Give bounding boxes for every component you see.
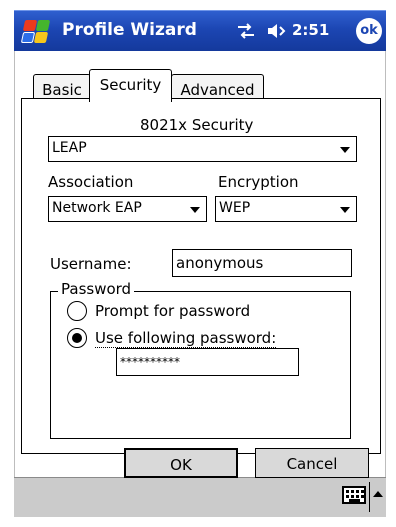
chevron-down-icon — [190, 207, 200, 213]
encryption-label: Encryption — [218, 173, 299, 191]
chevron-down-icon — [340, 207, 350, 213]
username-input[interactable]: anonymous — [172, 249, 352, 277]
security-type-dropdown[interactable]: LEAP — [48, 136, 357, 162]
encryption-dropdown[interactable]: WEP — [215, 196, 357, 222]
ok-button[interactable]: OK — [124, 448, 238, 478]
connectivity-icon[interactable] — [236, 21, 256, 41]
password-group-label: Password — [58, 280, 135, 298]
keyboard-icon[interactable] — [342, 486, 366, 504]
volume-icon[interactable] — [266, 21, 288, 41]
sip-up-arrow-icon[interactable] — [373, 491, 383, 497]
tab-security[interactable]: Security — [89, 69, 172, 102]
association-dropdown[interactable]: Network EAP — [48, 196, 207, 222]
prompt-password-radio[interactable] — [67, 301, 87, 321]
association-label: Association — [48, 173, 134, 191]
cancel-button[interactable]: Cancel — [255, 448, 369, 478]
chevron-down-icon — [340, 147, 350, 153]
password-input[interactable]: ********** — [116, 348, 299, 376]
encryption-value: WEP — [219, 200, 251, 216]
device-screen: Profile Wizard 2:51 ok Basic Security Ad… — [0, 0, 396, 527]
window-title: Profile Wizard — [62, 20, 197, 40]
use-following-password-radio[interactable] — [67, 328, 87, 348]
divider — [369, 482, 370, 512]
association-value: Network EAP — [52, 200, 142, 216]
ok-close-icon[interactable]: ok — [356, 18, 382, 44]
prompt-password-label[interactable]: Prompt for password — [95, 302, 250, 320]
use-following-password-label[interactable]: Use following password: — [95, 329, 277, 348]
title-bar: Profile Wizard 2:51 ok — [14, 10, 386, 51]
clock[interactable]: 2:51 — [292, 21, 329, 39]
username-label: Username: — [50, 255, 132, 273]
security-type-value: LEAP — [52, 140, 87, 156]
security-type-label: 8021x Security — [140, 116, 254, 134]
windows-start-icon[interactable] — [20, 18, 51, 46]
menu-bar — [14, 477, 386, 517]
radio-selected-dot — [72, 333, 82, 343]
